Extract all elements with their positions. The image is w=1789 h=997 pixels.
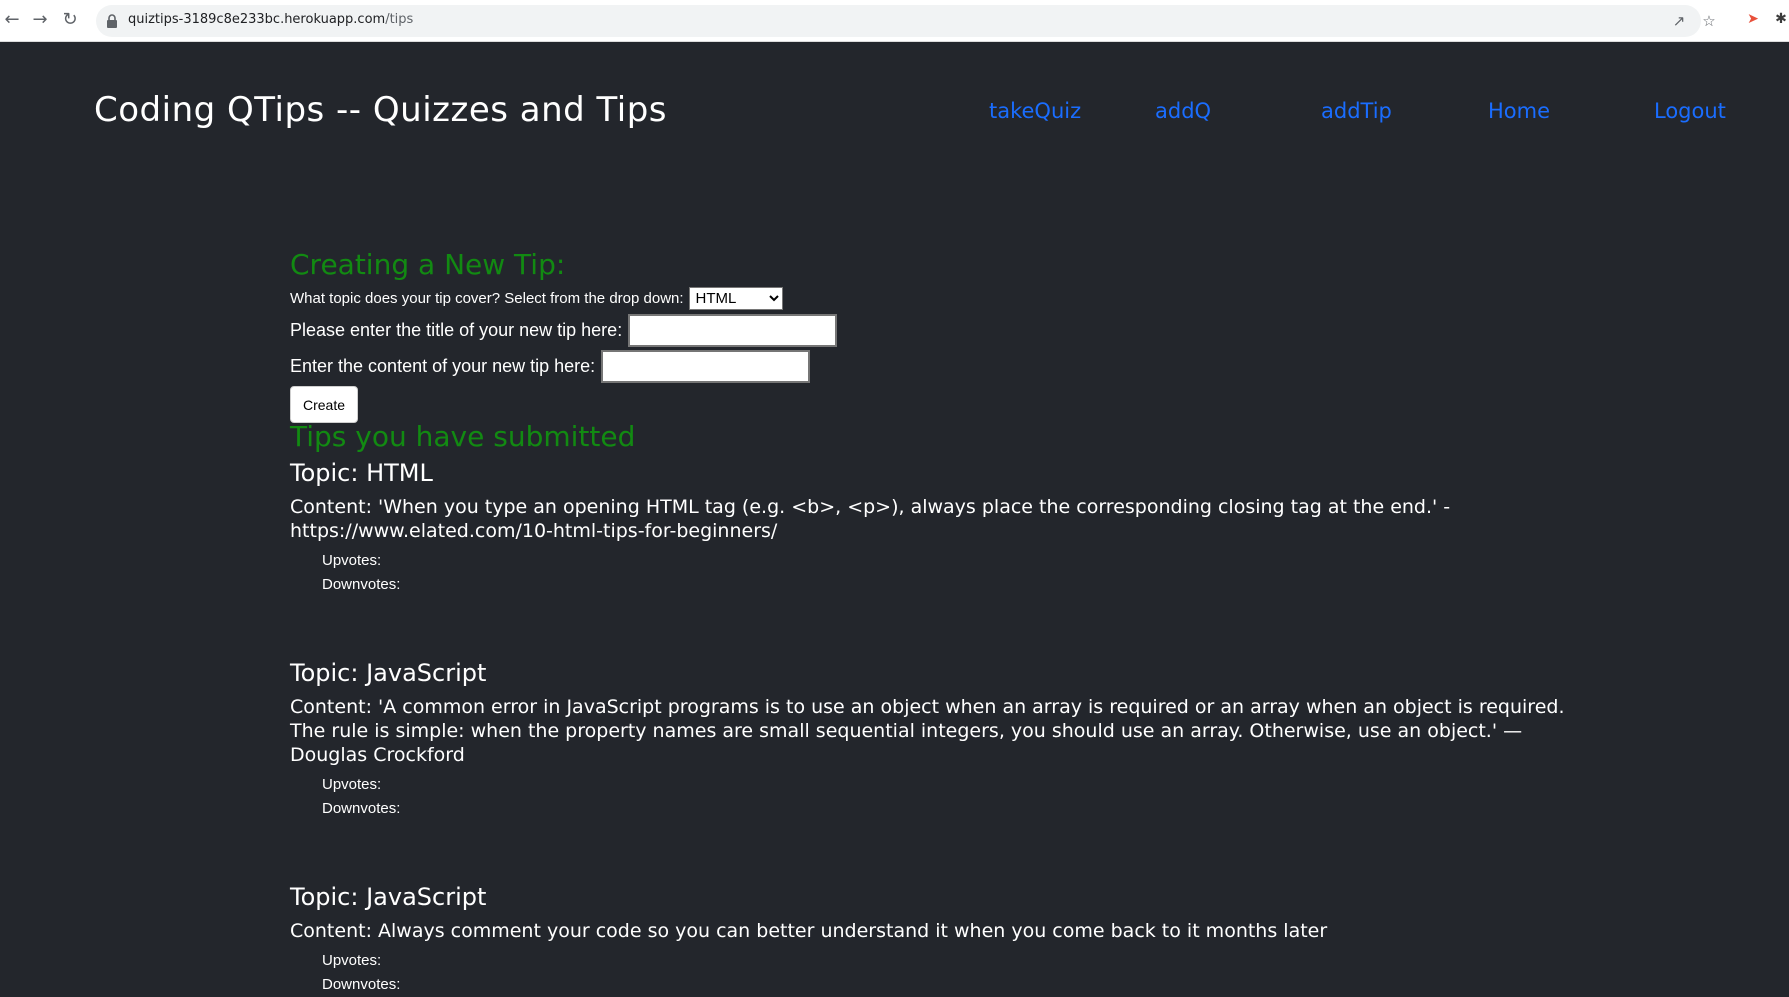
site-title: Coding QTips -- Quizzes and Tips	[94, 90, 668, 130]
browser-toolbar: ← → ↻ quiztips-3189c8e233bc.herokuapp.co…	[0, 0, 1789, 42]
tip-item: Topic: HTML Content: 'When you type an o…	[290, 455, 1580, 597]
nav-home[interactable]: Home	[1488, 99, 1550, 123]
nav-take-quiz[interactable]: takeQuiz	[989, 99, 1081, 123]
tip-votes: Upvotes: Downvotes:	[322, 773, 1580, 821]
share-icon[interactable]: ↗	[1670, 12, 1688, 30]
tip-content-input[interactable]	[601, 349, 811, 383]
tip-item: Topic: JavaScript Content: Always commen…	[290, 879, 1580, 997]
lock-icon	[107, 14, 117, 28]
url-host: quiztips-3189c8e233bc.herokuapp.com	[128, 12, 386, 27]
tip-topic: Topic: JavaScript	[290, 883, 487, 911]
topic-select[interactable]: HTML	[688, 287, 783, 310]
star-icon[interactable]: ☆	[1700, 12, 1718, 30]
forward-arrow-icon[interactable]: →	[28, 8, 52, 32]
content-label: Enter the content of your new tip here:	[290, 355, 596, 376]
reload-icon[interactable]: ↻	[58, 8, 82, 32]
tip-item: Topic: JavaScript Content: 'A common err…	[290, 655, 1580, 821]
page: Coding QTips -- Quizzes and Tips takeQui…	[0, 42, 1789, 993]
puzzle-icon[interactable]: ✱	[1772, 10, 1789, 28]
url-text[interactable]: quiztips-3189c8e233bc.herokuapp.com/tips	[128, 12, 413, 27]
downvotes-label: Downvotes:	[322, 976, 401, 993]
create-button[interactable]: Create	[290, 386, 358, 423]
content-row: Enter the content of your new tip here:	[290, 348, 1580, 384]
tip-topic: Topic: JavaScript	[290, 659, 487, 687]
upvotes-label: Upvotes:	[322, 776, 382, 793]
tip-content: Content: 'A common error in JavaScript p…	[290, 696, 1565, 766]
tip-title-input[interactable]	[628, 313, 838, 347]
tip-topic: Topic: HTML	[290, 459, 433, 487]
address-bar[interactable]: quiztips-3189c8e233bc.herokuapp.com/tips…	[96, 5, 1716, 37]
upvotes-label: Upvotes:	[322, 552, 382, 569]
extension-icon[interactable]: ➤	[1744, 10, 1762, 28]
tip-votes: Upvotes: Downvotes:	[322, 549, 1580, 597]
nav-logout[interactable]: Logout	[1654, 99, 1726, 123]
tip-content: Content: 'When you type an opening HTML …	[290, 496, 1451, 542]
tip-content: Content: Always comment your code so you…	[290, 920, 1328, 942]
upvotes-label: Upvotes:	[322, 952, 382, 969]
submitted-tips-heading: Tips you have submitted	[290, 420, 636, 453]
url-path: /tips	[385, 12, 414, 27]
new-tip-heading: Creating a New Tip:	[290, 248, 566, 281]
nav-add-question[interactable]: addQ	[1155, 99, 1211, 123]
back-arrow-icon[interactable]: ←	[0, 8, 24, 32]
downvotes-label: Downvotes:	[322, 576, 401, 593]
downvotes-label: Downvotes:	[322, 800, 401, 817]
title-row: Please enter the title of your new tip h…	[290, 312, 1580, 348]
topic-label: What topic does your tip cover? Select f…	[290, 290, 684, 307]
main-content: Creating a New Tip: What topic does your…	[290, 247, 1580, 997]
tip-votes: Upvotes: Downvotes:	[322, 949, 1580, 997]
title-label: Please enter the title of your new tip h…	[290, 319, 623, 340]
topic-row: What topic does your tip cover? Select f…	[290, 285, 1580, 312]
nav-add-tip[interactable]: addTip	[1321, 99, 1392, 123]
